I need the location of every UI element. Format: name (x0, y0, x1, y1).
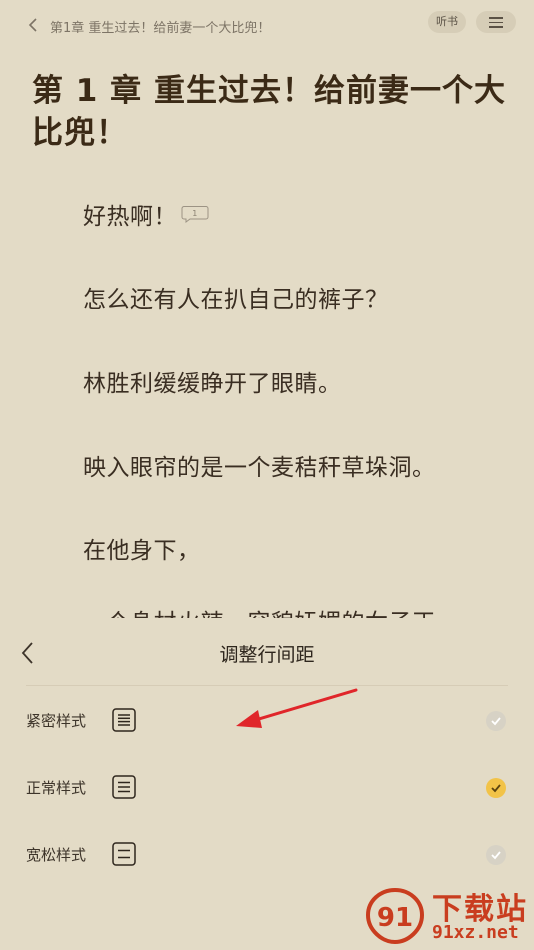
unselected-check-icon (486, 845, 506, 865)
reader-top-bar: 第1章 重生过去！给前妻一个大比兜！ 听书 (0, 0, 534, 48)
paragraph: 映入眼帘的是一个麦秸秆草垛洞。 (83, 455, 436, 481)
paragraph: 在他身下， (83, 538, 201, 564)
watermark-url: 91xz.net (432, 922, 519, 943)
comment-count: 1 (192, 209, 198, 218)
chapter-title: 第 1 章 重生过去！给前妻一个大比兜！ (32, 73, 506, 151)
comment-bubble-icon: 1 (181, 205, 209, 223)
watermark-logo-icon: 91 (365, 887, 425, 945)
back-chevron-icon[interactable] (26, 17, 40, 33)
listen-button[interactable]: 听书 (428, 11, 466, 33)
menu-button[interactable] (476, 11, 516, 33)
paragraph: 好热啊！ 1 (83, 197, 209, 231)
divider (26, 685, 508, 686)
reader-page: 第1章 重生过去！给前妻一个大比兜！ 听书 第 1 章 重生过去！给前妻一个大比… (0, 0, 534, 618)
spacing-option-normal[interactable]: 正常样式 (0, 763, 534, 813)
paragraph-partial: 一个身材火辣，容貌妩媚的女子正 (83, 603, 436, 618)
menu-icon-bar (489, 26, 503, 28)
selected-check-icon (486, 778, 506, 798)
spacing-option-tight[interactable]: 紧密样式 (0, 696, 534, 746)
spacing-loose-icon (112, 842, 136, 866)
site-watermark: 91 下载站 91xz.net (362, 884, 534, 950)
option-label: 宽松样式 (26, 846, 87, 864)
menu-icon-bar (489, 21, 503, 24)
menu-icon-bar (489, 17, 503, 19)
option-label: 正常样式 (26, 779, 87, 797)
option-label: 紧密样式 (26, 712, 87, 730)
paragraph: 怎么还有人在扒自己的裤子？ (83, 287, 389, 313)
spacing-normal-icon (112, 775, 136, 799)
spacing-option-loose[interactable]: 宽松样式 (0, 830, 534, 880)
spacing-tight-icon (112, 708, 136, 732)
panel-title: 调整行间距 (219, 644, 315, 666)
chapter-breadcrumb: 第1章 重生过去！给前妻一个大比兜！ (50, 21, 271, 36)
watermark-logo-digits: 91 (377, 903, 413, 933)
paragraph: 林胜利缓缓睁开了眼睛。 (83, 371, 342, 397)
comment-badge[interactable]: 1 (181, 203, 209, 229)
unselected-check-icon (486, 711, 506, 731)
paragraph-text: 好热啊！ (83, 204, 177, 230)
